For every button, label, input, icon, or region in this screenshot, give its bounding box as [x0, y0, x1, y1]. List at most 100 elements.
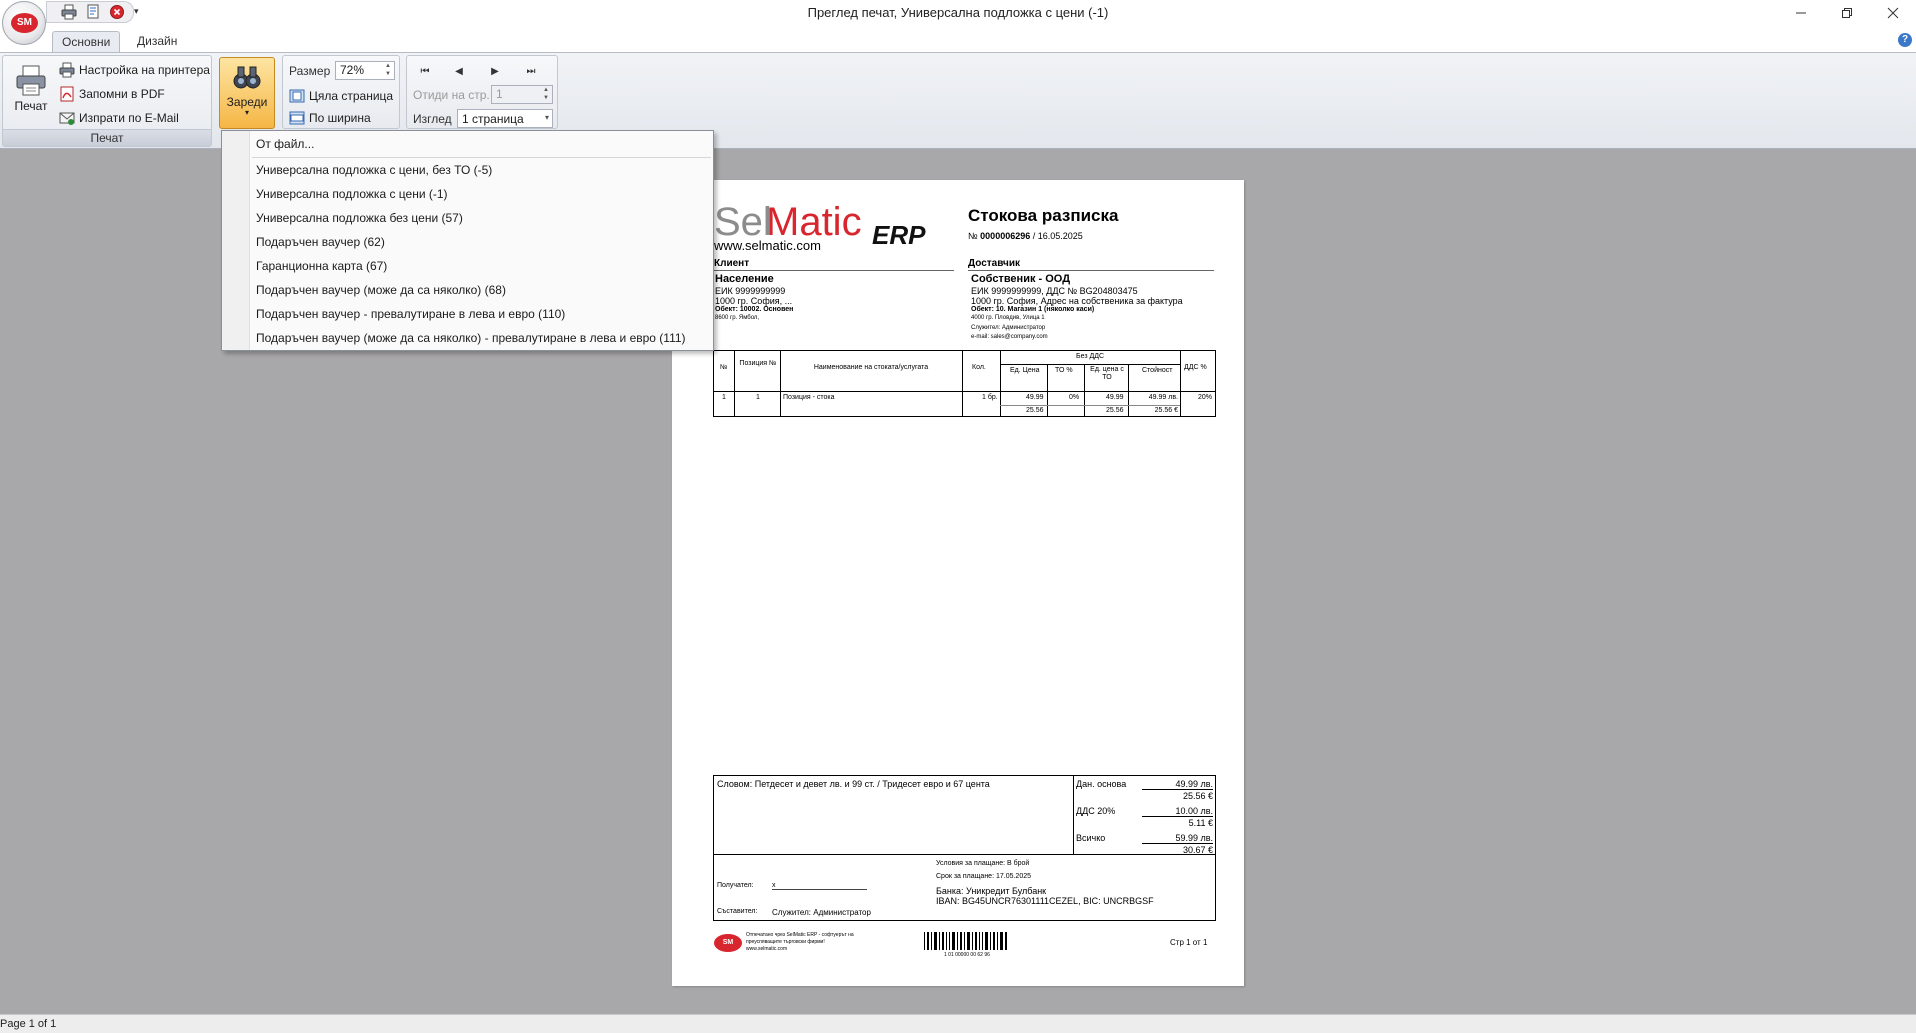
supplier-eik: ЕИК 9999999999, ДДС № BG204803475	[971, 286, 1138, 296]
printed-by-line-3: www.selmatic.com	[746, 946, 788, 952]
tab-main[interactable]: Основни	[52, 31, 121, 52]
goto-page-value: 1	[496, 87, 503, 101]
vat-eur: 5.11 €	[1188, 818, 1213, 828]
printed-by: Отпечатано чрез SelMatic ERP - софтуерът…	[746, 932, 854, 953]
maximize-button[interactable]	[1824, 0, 1870, 26]
barcode-text: 1 01 00000 00 62 96	[944, 952, 990, 958]
menu-item-template[interactable]: Подаръчен ваучер (62)	[256, 231, 385, 253]
supplier-object: Обект: 10. Магазин 1 (няколко каси)	[971, 306, 1095, 313]
website: www.selmatic.com	[714, 238, 821, 253]
supplier-email: e-mail: sales@company.com	[971, 334, 1048, 340]
help-icon[interactable]: ?	[1898, 33, 1912, 47]
totals-divider	[1073, 775, 1074, 854]
restore-icon	[1842, 8, 1852, 18]
document-title: Стокова разписка	[968, 206, 1119, 225]
goto-page-input[interactable]: 1 ▲ ▼	[491, 85, 553, 104]
zoom-size-input[interactable]: 72% ▲ ▼	[335, 61, 395, 80]
col-vat-pct: ДДС %	[1184, 364, 1207, 371]
save-pdf-label: Запомни в PDF	[79, 87, 165, 101]
col-unit-price-to: Ед. цена с ТО	[1090, 366, 1124, 381]
row-position: 1	[756, 394, 760, 401]
zoom-size-value: 72%	[340, 63, 365, 77]
window-title: Преглед печат, Универсална подложка с це…	[807, 5, 1109, 20]
menu-item-template[interactable]: Гаранционна карта (67)	[256, 255, 387, 277]
menu-item-template[interactable]: Универсална подложка без цени (57)	[256, 207, 463, 229]
view-select[interactable]: 1 страница ▾	[457, 109, 553, 128]
logo-sel: Sel	[714, 200, 772, 244]
tab-design[interactable]: Дизайн	[128, 31, 186, 52]
quick-access-toolbar	[46, 1, 134, 23]
col-unit-price: Ед. Цена	[1010, 367, 1040, 374]
col-no-vat: Без ДДС	[1075, 353, 1105, 360]
tax-base-label: Дан. основа	[1076, 779, 1127, 789]
amount-in-words: Словом: Петдесет и девет лв. и 99 ст. / …	[717, 779, 990, 789]
row-value-eur: 25.56 €	[1154, 407, 1178, 414]
send-email-button[interactable]: Изпрати по E-Mail	[59, 108, 179, 128]
supplier-employee: Служител: Администратор	[971, 325, 1046, 331]
page-width-label: По ширина	[309, 111, 371, 125]
whole-page-button[interactable]: Цяла страница	[289, 86, 393, 106]
spin-arrows-icon[interactable]: ▲ ▼	[541, 86, 551, 103]
printer-settings-button[interactable]: Настройка на принтера	[59, 60, 210, 80]
client-object: Обект: 10002. Основен	[715, 306, 794, 313]
row-unit-price-eur: 25.56	[1026, 407, 1044, 414]
row-no: 1	[722, 394, 726, 401]
print-button[interactable]: Печат	[7, 64, 55, 124]
client-eik: ЕИК 9999999999	[715, 286, 786, 296]
zoom-group: Размер 72% ▲ ▼ Цяла страница По ширина	[282, 55, 400, 129]
last-page-button[interactable]: ⏭	[519, 64, 543, 80]
menu-item-template[interactable]: Универсална подложка с цени, без ТО (-5)	[256, 159, 492, 181]
minimize-button[interactable]	[1778, 0, 1824, 26]
qat-close-button[interactable]	[107, 3, 127, 21]
table-subheader-line	[1000, 364, 1180, 365]
document-page: Sel Matic ERP www.selmatic.com Стокова р…	[672, 180, 1244, 986]
email-icon	[59, 112, 75, 125]
spin-arrows-icon[interactable]: ▲ ▼	[383, 62, 393, 79]
page-width-button[interactable]: По ширина	[289, 108, 371, 128]
qat-print-button[interactable]	[59, 3, 79, 21]
supplier-object-address: 4000 гр. Пловдив, Улица 1	[971, 315, 1045, 321]
print-group: Печат Настройка на принтера Запомни в PD…	[2, 55, 212, 147]
menu-item-template[interactable]: Подаръчен ваучер (може да са няколко) - …	[256, 327, 686, 349]
last-page-icon: ⏭	[526, 66, 536, 77]
next-page-button[interactable]: ▶	[483, 64, 507, 80]
load-button[interactable]: Зареди ▾	[219, 57, 275, 129]
table-col-line	[1180, 350, 1181, 417]
payment-due: Срок за плащане: 17.05.2025	[936, 873, 1031, 880]
title-bar: Преглед печат, Универсална подложка с це…	[0, 0, 1916, 27]
client-address: 1000 гр. София, ...	[715, 296, 793, 306]
ribbon-tabs: Основни Дизайн ?	[0, 27, 1916, 52]
close-window-button[interactable]	[1870, 0, 1916, 26]
document-number-value: 0000006296	[980, 231, 1031, 241]
menu-item-template[interactable]: Универсална подложка с цени (-1)	[256, 183, 448, 205]
table-col-line	[734, 350, 735, 417]
row-unit-price-to-eur: 25.56	[1106, 407, 1124, 414]
recipient-value: x	[772, 882, 867, 890]
first-page-button[interactable]: ⏮	[413, 64, 437, 80]
previous-page-button[interactable]: ◀	[447, 64, 471, 80]
menu-item-template[interactable]: Подаръчен ваучер - превалутиране в лева …	[256, 303, 565, 325]
table-col-line	[1084, 364, 1085, 417]
tax-base-bgn: 49.99 лв.	[1142, 779, 1213, 790]
load-template-dropdown: От файл... Универсална подложка с цени, …	[221, 130, 714, 351]
qat-customize-button[interactable]: ▾	[134, 6, 139, 17]
menu-item-from-file[interactable]: От файл...	[256, 133, 314, 155]
barcode-icon	[924, 932, 1007, 950]
row-unit-price-to: 49.99	[1106, 394, 1124, 401]
col-value: Стойност	[1142, 367, 1173, 374]
zoom-size-label: Размер	[289, 64, 331, 78]
application-menu-button[interactable]: SM	[2, 1, 46, 45]
send-email-label: Изпрати по E-Mail	[79, 111, 179, 125]
qat-print-preview-button[interactable]	[83, 3, 103, 21]
save-pdf-button[interactable]: Запомни в PDF	[59, 84, 165, 104]
printed-by-line-1: Отпечатано чрез SelMatic ERP - софтуерът…	[746, 932, 854, 938]
logo-matic: Matic	[766, 200, 862, 244]
table-col-line	[1047, 364, 1048, 417]
payment-terms: Условия за плащане: В брой	[936, 860, 1030, 867]
print-group-caption: Печат	[3, 129, 211, 146]
navigation-group: ⏮ ◀ ▶ ⏭ Отиди на стр. 1 ▲ ▼ Изглед 1 стра…	[406, 55, 558, 129]
printer-icon	[16, 65, 46, 96]
vat-bgn: 10.00 лв.	[1142, 806, 1213, 817]
menu-item-template[interactable]: Подаръчен ваучер (може да са няколко) (6…	[256, 279, 506, 301]
printer-settings-icon	[59, 62, 75, 78]
